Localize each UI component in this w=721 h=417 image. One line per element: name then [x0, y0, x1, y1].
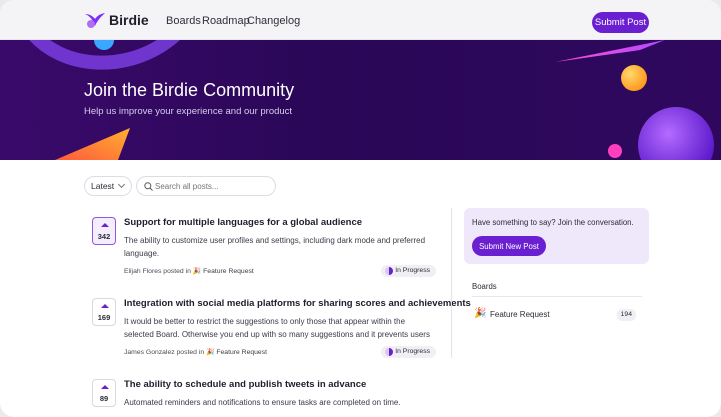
hero-subtitle: Help us improve your experience and our … [84, 106, 293, 117]
board-name: Feature Request [490, 310, 550, 319]
party-popper-icon: 🎉 [206, 349, 215, 356]
board-item-feature-request[interactable]: 🎉 Feature Request 194 [472, 307, 642, 323]
nav-boards[interactable]: Boards [166, 15, 201, 27]
submit-new-post-button[interactable]: Submit New Post [472, 236, 546, 256]
nav-changelog[interactable]: Changelog [247, 15, 300, 27]
upvote-button[interactable]: 89 [92, 379, 116, 407]
post-description: Automated reminders and notifications to… [124, 398, 401, 407]
board-count: 194 [616, 309, 636, 321]
submit-post-button[interactable]: Submit Post [592, 12, 649, 33]
status-label: In Progress [395, 267, 430, 274]
upvote-arrow-icon [101, 385, 109, 389]
status-badge: In Progress [381, 346, 436, 358]
vote-count: 89 [99, 394, 109, 403]
vote-count: 169 [97, 313, 111, 322]
search-box[interactable] [136, 176, 276, 196]
chevron-down-icon [117, 180, 126, 189]
column-divider [451, 208, 452, 358]
upvote-button[interactable]: 342 [92, 217, 116, 245]
boards-heading: Boards [472, 282, 497, 291]
party-popper-icon: 🎉 [192, 268, 202, 275]
post-item[interactable]: 89 The ability to schedule and publish t… [84, 379, 439, 417]
post-item[interactable]: 169 Integration with social media platfo… [84, 298, 471, 360]
upvote-arrow-icon [101, 304, 109, 308]
posted-in-label: posted in [163, 268, 191, 275]
progress-icon [385, 348, 394, 356]
boards-divider [472, 296, 642, 297]
join-conversation-card: Have something to say? Join the conversa… [464, 208, 649, 264]
upvote-button[interactable]: 169 [92, 298, 116, 326]
post-meta: Elijah Flores posted in 🎉 Feature Reques… [124, 267, 254, 275]
cta-text: Have something to say? Join the conversa… [472, 218, 634, 227]
sort-value: Latest [91, 181, 115, 191]
status-label: In Progress [395, 348, 430, 355]
post-board[interactable]: Feature Request [203, 268, 254, 275]
vote-count: 342 [97, 232, 111, 241]
post-title[interactable]: Integration with social media platforms … [124, 298, 471, 309]
top-navigation-bar: Birdie Boards Roadmap Changelog Submit P… [0, 0, 721, 40]
post-author[interactable]: Elijah Flores [124, 268, 161, 275]
posted-in-label: posted in [176, 349, 205, 356]
brand-name[interactable]: Birdie [109, 12, 149, 28]
party-popper-icon: 🎉 [474, 308, 487, 319]
post-board[interactable]: Feature Request [216, 349, 267, 356]
hero-title: Join the Birdie Community [84, 80, 295, 100]
post-item[interactable]: 342 Support for multiple languages for a… [84, 217, 439, 279]
post-meta: James Gonzalez posted in 🎉 Feature Reque… [124, 348, 267, 356]
post-title[interactable]: Support for multiple languages for a glo… [124, 217, 362, 228]
sort-dropdown[interactable]: Latest [84, 176, 132, 196]
post-description: It would be better to restrict the sugge… [124, 317, 430, 339]
birdie-logo-icon[interactable] [84, 10, 106, 30]
progress-icon [385, 267, 394, 275]
status-badge: In Progress [381, 265, 436, 277]
post-title[interactable]: The ability to schedule and publish twee… [124, 379, 366, 390]
post-author[interactable]: James Gonzalez [124, 349, 175, 356]
search-input[interactable] [155, 179, 270, 193]
app-window: Birdie Boards Roadmap Changelog Submit P… [0, 0, 721, 417]
hero-banner: Join the Birdie Community Help us improv… [0, 40, 721, 160]
nav-roadmap[interactable]: Roadmap [202, 15, 250, 27]
post-description: The ability to customize user profiles a… [124, 236, 426, 258]
search-icon [144, 182, 153, 191]
upvote-arrow-icon [101, 223, 109, 227]
